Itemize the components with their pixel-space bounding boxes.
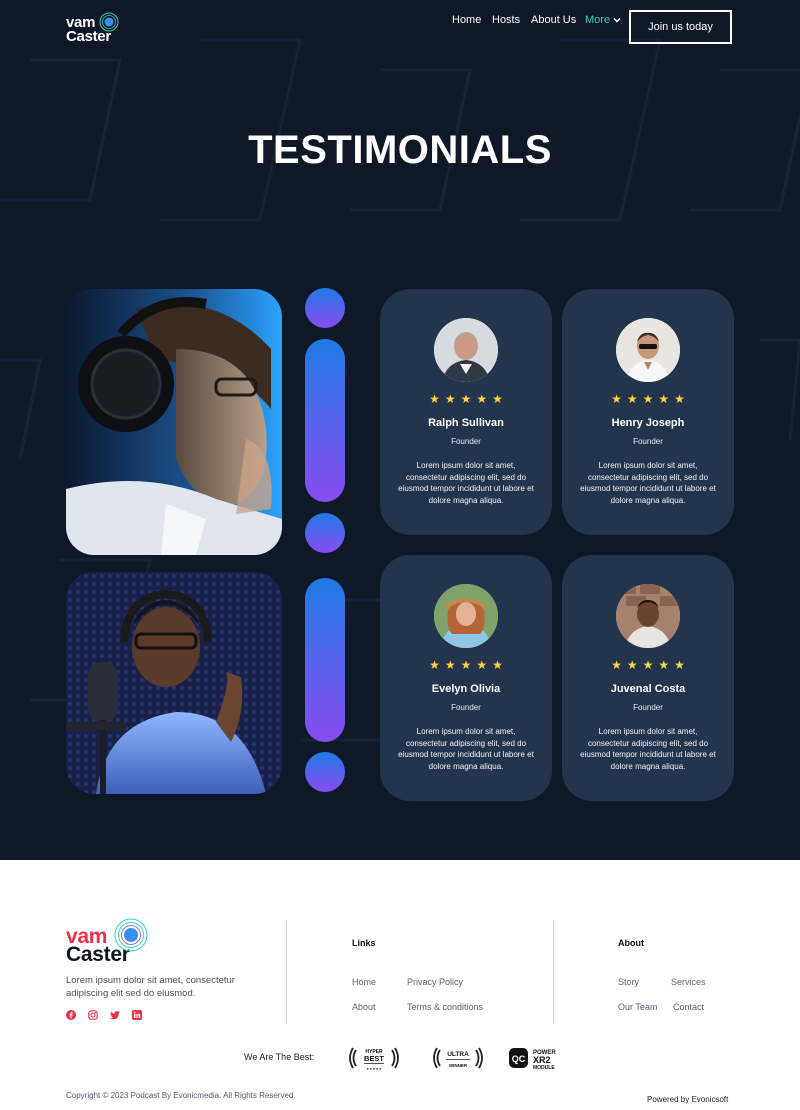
testimonial-text: Lorem ipsum dolor sit amet, consectetur …: [398, 461, 534, 505]
footer-link-story[interactable]: Story: [618, 977, 639, 987]
logo-ring-icon: [114, 918, 148, 952]
footer-divider: [286, 920, 287, 1024]
twitter-icon[interactable]: [110, 1010, 120, 1020]
testimonial-role: Founder: [633, 437, 663, 446]
nav-more-label: More: [585, 14, 611, 26]
testimonial-card: ★ ★ ★ ★ ★ Ralph Sullivan Founder Lorem ipsum…: [380, 289, 552, 535]
decor-dot-3: [305, 752, 345, 792]
star-icon: ★: [626, 658, 638, 672]
awards-label: We Are The Best:: [244, 1052, 315, 1062]
rating-stars: ★ ★ ★ ★ ★: [562, 659, 734, 671]
footer-link-about[interactable]: About: [352, 1002, 376, 1012]
star-icon: ★: [611, 392, 622, 406]
testimonial-text: Lorem ipsum dolor sit amet, consectetur …: [580, 461, 716, 505]
logo-ring-icon: [99, 12, 119, 32]
testimonial-text: Lorem ipsum dolor sit amet, consectetur …: [580, 727, 716, 771]
page-title: TESTIMONIALS: [248, 128, 552, 172]
hero-section: vam Caster Home Hosts About Us More Join…: [0, 0, 800, 860]
testimonial-name: Evelyn Olivia: [431, 683, 501, 695]
testimonial-card: ★ ★ ★ ★ ★ Juvenal Costa Founder Lorem ipsum …: [562, 555, 734, 801]
social-links: [66, 1010, 142, 1020]
testimonial-text: Lorem ipsum dolor sit amet, consectetur …: [398, 727, 534, 771]
host-photo-microphone: [66, 572, 282, 794]
star-icon: ★: [460, 392, 472, 406]
star-icon: ★: [611, 658, 622, 672]
award-badge-power-xr2: QC POWER XR2 MODULE: [508, 1044, 568, 1072]
rating-stars: ★ ★ ★ ★ ★: [380, 659, 552, 671]
star-icon: ★: [476, 658, 488, 672]
nav-hosts[interactable]: Hosts: [492, 14, 520, 26]
star-icon: ★: [658, 392, 670, 406]
footer: vam Caster Lorem ipsum dolor sit amet, c…: [0, 860, 800, 1110]
instagram-icon[interactable]: [88, 1010, 98, 1020]
nav-about-us[interactable]: About Us: [531, 14, 576, 26]
star-icon: ★: [658, 658, 670, 672]
avatar: [616, 584, 680, 648]
testimonial-role: Founder: [451, 703, 481, 712]
footer-link-privacy-policy[interactable]: Privacy Policy: [407, 977, 463, 987]
links-heading: Links: [352, 938, 376, 948]
star-icon: ★: [444, 392, 456, 406]
star-icon: ★: [626, 392, 638, 406]
decor-bar-1: [305, 339, 345, 502]
copyright: Copyright © 2023 Podcast By Evonicmedia.…: [66, 1091, 296, 1100]
avatar: [434, 584, 498, 648]
svg-text:QC: QC: [512, 1054, 526, 1064]
footer-divider: [553, 920, 554, 1024]
facebook-icon[interactable]: [66, 1010, 76, 1020]
star-icon: ★: [674, 392, 685, 406]
footer-link-services[interactable]: Services: [671, 977, 706, 987]
star-icon: ★: [642, 392, 654, 406]
star-icon: ★: [492, 658, 503, 672]
star-icon: ★: [674, 658, 685, 672]
avatar: [616, 318, 680, 382]
footer-description: Lorem ipsum dolor sit amet, consectetur …: [66, 975, 235, 999]
avatar: [434, 318, 498, 382]
svg-text:★★★★★: ★★★★★: [366, 1067, 383, 1071]
footer-link-contact[interactable]: Contact: [673, 1002, 704, 1012]
testimonial-name: Ralph Sullivan: [428, 417, 504, 429]
footer-link-terms[interactable]: Terms & conditions: [407, 1002, 483, 1012]
chevron-down-icon: [613, 17, 621, 23]
testimonial-name: Juvenal Costa: [610, 683, 686, 695]
star-icon: ★: [460, 658, 472, 672]
badge-text: ULTRA: [447, 1051, 469, 1058]
linkedin-icon[interactable]: [132, 1010, 142, 1020]
footer-link-home[interactable]: Home: [352, 977, 376, 987]
testimonial-card: ★ ★ ★ ★ ★ Evelyn Olivia Founder Lorem ipsum …: [380, 555, 552, 801]
header-logo[interactable]: vam Caster: [66, 12, 119, 44]
decor-dot-2: [305, 513, 345, 553]
testimonial-name: Henry Joseph: [611, 417, 685, 429]
footer-logo[interactable]: vam Caster: [66, 918, 148, 965]
star-icon: ★: [492, 392, 503, 406]
nav-home[interactable]: Home: [452, 14, 481, 26]
star-icon: ★: [476, 392, 488, 406]
join-us-button[interactable]: Join us today: [629, 10, 732, 44]
testimonial-role: Founder: [633, 703, 663, 712]
star-icon: ★: [429, 658, 440, 672]
badge-text: XR2: [533, 1055, 551, 1065]
host-photo-headphones: [66, 289, 282, 555]
testimonial-role: Founder: [451, 437, 481, 446]
award-badge-hyper-best: HYPER BEST ★★★★★: [347, 1044, 401, 1072]
award-badge-ultra-winner: ULTRA WINNER: [431, 1044, 485, 1072]
footer-link-our-team[interactable]: Our Team: [618, 1002, 657, 1012]
badge-text: BEST: [364, 1054, 384, 1063]
about-heading: About: [618, 938, 644, 948]
powered-by: Powered by Evonicsoft: [647, 1095, 729, 1104]
badge-text: WINNER: [449, 1063, 468, 1068]
rating-stars: ★ ★ ★ ★ ★: [562, 393, 734, 405]
nav-more[interactable]: More: [585, 14, 621, 26]
rating-stars: ★ ★ ★ ★ ★: [380, 393, 552, 405]
star-icon: ★: [429, 392, 440, 406]
decor-dot-1: [305, 288, 345, 328]
star-icon: ★: [642, 658, 654, 672]
badge-text: MODULE: [533, 1065, 555, 1071]
star-icon: ★: [444, 658, 456, 672]
testimonial-card: ★ ★ ★ ★ ★ Henry Joseph Founder Lorem ipsum d…: [562, 289, 734, 535]
decor-bar-2: [305, 578, 345, 742]
